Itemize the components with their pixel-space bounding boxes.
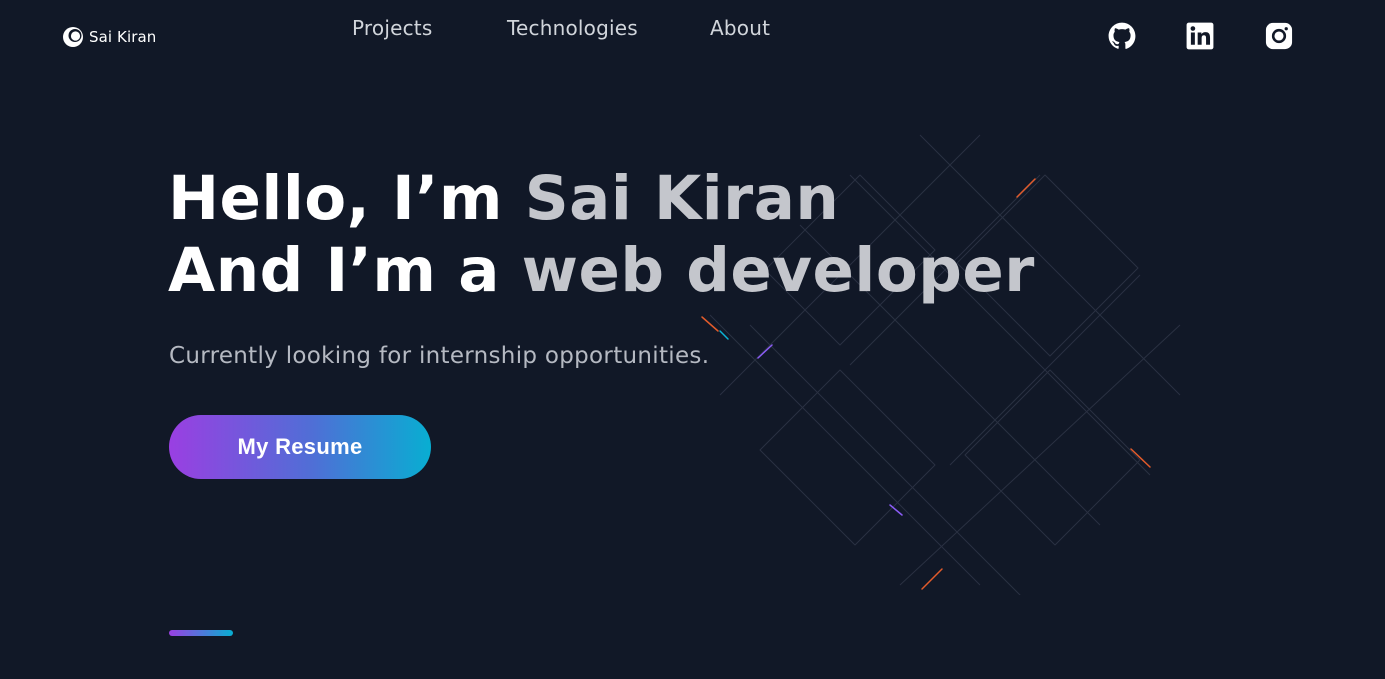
hero-greeting-text: Hello, I’m xyxy=(168,163,525,234)
main-nav: Projects Technologies About xyxy=(0,16,1385,46)
my-resume-button[interactable]: My Resume xyxy=(169,415,431,479)
instagram-icon xyxy=(1265,22,1293,50)
hero-subtitle: Currently looking for internship opportu… xyxy=(169,343,710,369)
nav-link-projects[interactable]: Projects xyxy=(352,16,432,40)
github-link[interactable] xyxy=(1108,22,1136,50)
hero-intro-text: And I’m a xyxy=(168,235,522,306)
hero-name-text: Sai Kiran xyxy=(524,163,840,234)
instagram-link[interactable] xyxy=(1265,22,1293,50)
linkedin-icon xyxy=(1186,22,1214,50)
github-icon xyxy=(1108,22,1136,49)
hero-heading-line-2: And I’m a web developer xyxy=(168,234,1035,308)
hero-role-text: web developer xyxy=(521,235,1035,306)
nav-link-technologies[interactable]: Technologies xyxy=(507,16,638,40)
linkedin-link[interactable] xyxy=(1186,22,1214,50)
page: Sai Kiran Projects Technologies About He… xyxy=(0,0,1385,679)
my-resume-button-label: My Resume xyxy=(237,434,363,459)
accent-divider xyxy=(169,630,233,636)
hero-heading-line-1: Hello, I’m Sai Kiran xyxy=(168,162,839,236)
nav-link-about[interactable]: About xyxy=(710,16,770,40)
